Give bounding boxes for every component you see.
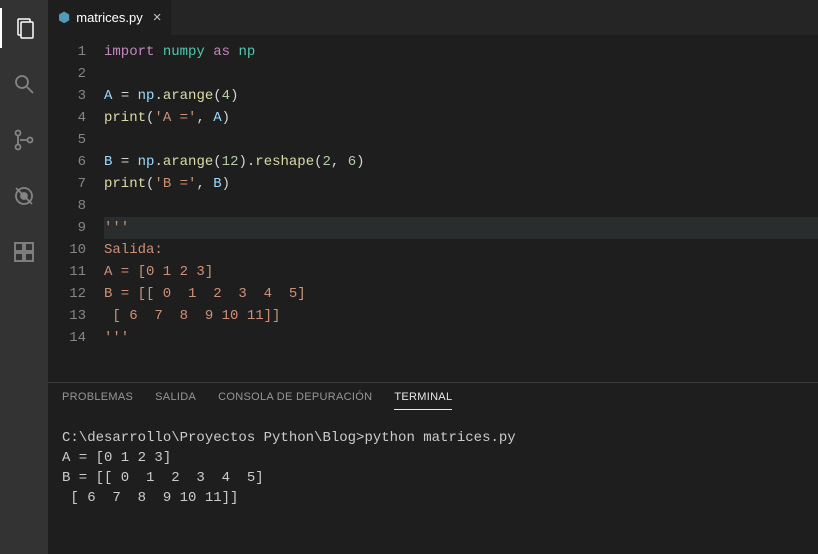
line-number: 13 bbox=[48, 305, 86, 327]
code-line[interactable]: print('A =', A) bbox=[104, 107, 818, 129]
line-number-gutter: 1234567891011121314 bbox=[48, 41, 104, 382]
line-number: 10 bbox=[48, 239, 86, 261]
debug-icon[interactable] bbox=[0, 176, 48, 216]
line-number: 9 bbox=[48, 217, 86, 239]
code-line[interactable]: ''' bbox=[104, 327, 818, 349]
line-number: 4 bbox=[48, 107, 86, 129]
line-number: 14 bbox=[48, 327, 86, 349]
bottom-panel: PROBLEMAS SALIDA CONSOLA DE DEPURACIÓN TERM… bbox=[48, 382, 818, 554]
code-line[interactable]: B = np.arange(12).reshape(2, 6) bbox=[104, 151, 818, 173]
code-content[interactable]: import numpy as np A = np.arange(4)print… bbox=[104, 41, 818, 382]
code-line[interactable]: B = [[ 0 1 2 3 4 5] bbox=[104, 283, 818, 305]
panel-tab-consola-de-depuración[interactable]: CONSOLA DE DEPURACIÓN bbox=[218, 391, 372, 410]
line-number: 7 bbox=[48, 173, 86, 195]
activity-bar bbox=[0, 0, 48, 554]
tab-filename: matrices.py bbox=[76, 10, 142, 25]
panel-tab-terminal[interactable]: TERMINAL bbox=[394, 391, 452, 410]
panel-tab-salida[interactable]: SALIDA bbox=[155, 391, 196, 410]
code-line[interactable] bbox=[104, 63, 818, 85]
code-line[interactable] bbox=[104, 195, 818, 217]
source-control-icon[interactable] bbox=[0, 120, 48, 160]
close-icon[interactable]: × bbox=[153, 9, 162, 26]
code-editor[interactable]: 1234567891011121314 import numpy as np A… bbox=[48, 35, 818, 382]
line-number: 12 bbox=[48, 283, 86, 305]
code-line[interactable]: print('B =', B) bbox=[104, 173, 818, 195]
terminal-output[interactable]: C:\desarrollo\Proyectos Python\Blog>pyth… bbox=[48, 410, 818, 554]
code-line[interactable]: import numpy as np bbox=[104, 41, 818, 63]
explorer-icon[interactable] bbox=[0, 8, 48, 48]
code-line[interactable] bbox=[104, 129, 818, 151]
search-icon[interactable] bbox=[0, 64, 48, 104]
line-number: 5 bbox=[48, 129, 86, 151]
extensions-icon[interactable] bbox=[0, 232, 48, 272]
panel-tabs: PROBLEMAS SALIDA CONSOLA DE DEPURACIÓN TERM… bbox=[48, 383, 818, 410]
line-number: 11 bbox=[48, 261, 86, 283]
line-number: 1 bbox=[48, 41, 86, 63]
code-line[interactable]: ''' bbox=[104, 217, 818, 239]
line-number: 3 bbox=[48, 85, 86, 107]
code-line[interactable]: A = [0 1 2 3] bbox=[104, 261, 818, 283]
tab-matrices-py[interactable]: ⬢ matrices.py × bbox=[48, 0, 172, 35]
panel-tab-problemas[interactable]: PROBLEMAS bbox=[62, 391, 133, 410]
code-line[interactable]: Salida: bbox=[104, 239, 818, 261]
code-line[interactable]: [ 6 7 8 9 10 11]] bbox=[104, 305, 818, 327]
line-number: 8 bbox=[48, 195, 86, 217]
python-file-icon: ⬢ bbox=[58, 9, 70, 26]
main-area: ⬢ matrices.py × 1234567891011121314 impo… bbox=[48, 0, 818, 554]
line-number: 2 bbox=[48, 63, 86, 85]
editor-tabs: ⬢ matrices.py × bbox=[48, 0, 818, 35]
code-line[interactable]: A = np.arange(4) bbox=[104, 85, 818, 107]
line-number: 6 bbox=[48, 151, 86, 173]
